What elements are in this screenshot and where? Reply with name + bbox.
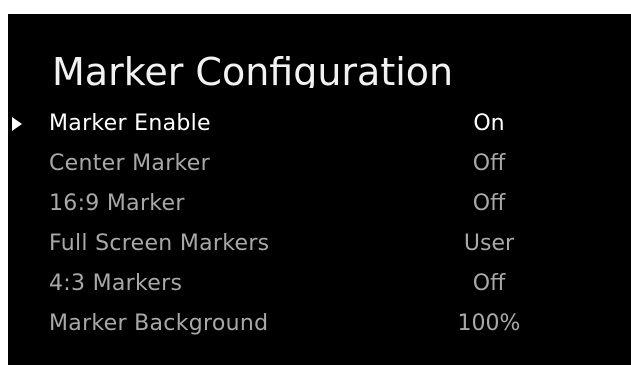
- menu-item-marker-enable[interactable]: Marker Enable On: [8, 105, 631, 145]
- menu-item-label: Marker Background: [49, 311, 269, 336]
- menu-item-label: Full Screen Markers: [49, 231, 270, 256]
- menu-item-value[interactable]: Off: [438, 151, 540, 177]
- menu-item-16-9-marker[interactable]: 16:9 Marker Off: [8, 185, 631, 225]
- marker-configuration-menu: Marker Configuration Marker Enable On Ce…: [8, 14, 631, 365]
- menu-item-value[interactable]: Off: [438, 271, 540, 297]
- menu-item-marker-background[interactable]: Marker Background 100%: [8, 305, 631, 345]
- title-area: Marker Configuration: [8, 14, 631, 88]
- menu-title: Marker Configuration: [52, 50, 454, 88]
- menu-item-value[interactable]: On: [438, 111, 540, 137]
- menu-item-value[interactable]: User: [438, 231, 540, 257]
- menu-item-value[interactable]: 100%: [438, 311, 540, 337]
- menu-item-center-marker[interactable]: Center Marker Off: [8, 145, 631, 185]
- menu-item-value[interactable]: Off: [438, 191, 540, 217]
- menu-item-label: 4:3 Markers: [49, 271, 183, 296]
- menu-item-full-screen-markers[interactable]: Full Screen Markers User: [8, 225, 631, 265]
- menu-item-label: 16:9 Marker: [49, 191, 185, 216]
- selection-cursor-icon: [12, 117, 22, 131]
- menu-item-label: Marker Enable: [49, 111, 211, 136]
- menu-item-4-3-markers[interactable]: 4:3 Markers Off: [8, 265, 631, 305]
- menu-item-label: Center Marker: [49, 151, 210, 176]
